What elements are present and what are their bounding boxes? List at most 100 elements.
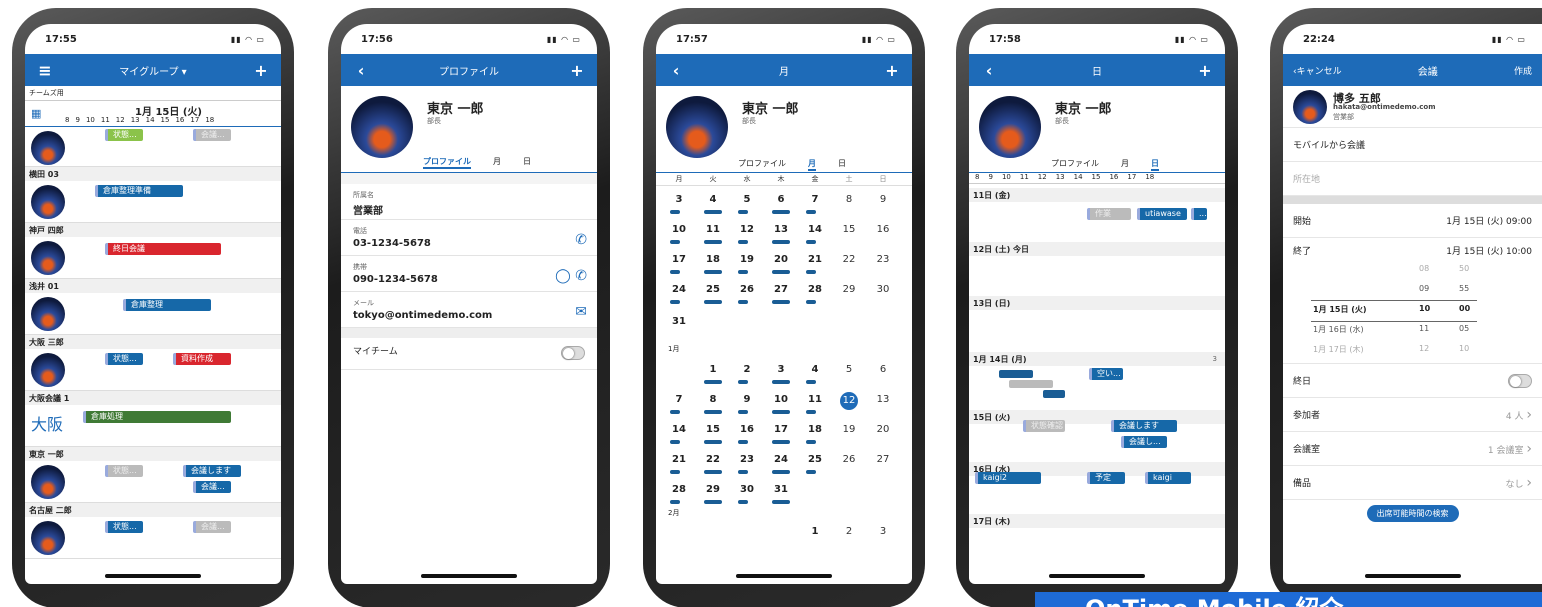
day-cell[interactable]: 27 bbox=[870, 454, 896, 465]
tab-month[interactable]: 月 bbox=[808, 158, 816, 171]
day-cell[interactable]: 14 bbox=[666, 424, 692, 435]
event-chip[interactable]: utiawase bbox=[1137, 208, 1187, 220]
day-cell[interactable]: 19 bbox=[734, 254, 760, 265]
day-cell[interactable]: 30 bbox=[870, 284, 896, 295]
member-row[interactable]: 状態... 資料作成 bbox=[25, 349, 281, 391]
day-cell[interactable]: 23 bbox=[734, 454, 760, 465]
attendees-row[interactable]: 参加者 4 人 › bbox=[1283, 398, 1542, 432]
day-cell[interactable]: 3 bbox=[666, 194, 692, 205]
day-cell[interactable]: 20 bbox=[870, 424, 896, 435]
day-cell[interactable]: 26 bbox=[734, 284, 760, 295]
day-cell[interactable]: 26 bbox=[836, 454, 862, 465]
day-cell[interactable]: 13 bbox=[768, 224, 794, 235]
add-icon[interactable]: + bbox=[1195, 61, 1215, 80]
day-cell[interactable]: 9 bbox=[734, 394, 760, 405]
event-chip[interactable]: 作業 bbox=[1087, 208, 1131, 220]
day-cell[interactable]: 8 bbox=[700, 394, 726, 405]
day-cell[interactable]: 9 bbox=[870, 194, 896, 205]
tab-month[interactable]: 月 bbox=[1121, 158, 1129, 171]
day-cell[interactable]: 17 bbox=[666, 254, 692, 265]
day-cell[interactable]: 15 bbox=[700, 424, 726, 435]
day-cell[interactable]: 5 bbox=[836, 364, 862, 375]
room-row[interactable]: 会議室 1 会議室 › bbox=[1283, 432, 1542, 466]
day-cell[interactable]: 4 bbox=[700, 194, 726, 205]
day-cell[interactable]: 1 bbox=[802, 526, 828, 537]
day-cell[interactable]: 8 bbox=[836, 194, 862, 205]
myteam-toggle[interactable] bbox=[561, 346, 585, 360]
day-cell[interactable]: 17 bbox=[768, 424, 794, 435]
picker-hour[interactable]: 08 bbox=[1419, 264, 1429, 273]
event-chip[interactable]: 会議します bbox=[183, 465, 241, 477]
picker-date[interactable]: 1月 16日 (水) bbox=[1313, 324, 1364, 335]
contact-field[interactable]: 電話 03-1234-5678 ✆ bbox=[341, 220, 597, 256]
day-cell[interactable]: 6 bbox=[768, 194, 794, 205]
day-cell[interactable]: 28 bbox=[802, 284, 828, 295]
back-icon[interactable]: ‹ bbox=[666, 61, 686, 80]
member-row[interactable]: 終日会議 bbox=[25, 237, 281, 279]
day-cell[interactable]: 14 bbox=[802, 224, 828, 235]
day-cell[interactable]: 25 bbox=[802, 454, 828, 465]
back-icon[interactable]: ‹ bbox=[351, 61, 371, 80]
tab-day[interactable]: 日 bbox=[1151, 158, 1159, 171]
event-chip[interactable]: 状態... bbox=[105, 353, 143, 365]
end-row[interactable]: 終了 1月 15日 (火) 10:00 bbox=[1283, 238, 1542, 262]
tab-day[interactable]: 日 bbox=[838, 158, 846, 171]
day-cell[interactable]: 11 bbox=[802, 394, 828, 405]
picker-hour[interactable]: 09 bbox=[1419, 284, 1429, 293]
event-chip[interactable]: ... bbox=[1191, 208, 1207, 220]
day-cell[interactable]: 6 bbox=[870, 364, 896, 375]
event-chip[interactable]: 空い... bbox=[1089, 368, 1123, 380]
day-cell[interactable]: 3 bbox=[870, 526, 896, 537]
day-cell[interactable]: 13 bbox=[870, 394, 896, 405]
contact-field[interactable]: 携帯 090-1234-5678 ◯ ✆ bbox=[341, 256, 597, 292]
day-cell[interactable]: 25 bbox=[700, 284, 726, 295]
day-cell[interactable]: 30 bbox=[734, 484, 760, 495]
event-chip[interactable]: 会議します bbox=[1111, 420, 1177, 432]
picker-hour[interactable]: 11 bbox=[1419, 324, 1429, 333]
event-chip[interactable]: kaigi2 bbox=[975, 472, 1041, 484]
contact-icon[interactable]: ✉ bbox=[575, 304, 587, 320]
day-cell[interactable]: 11 bbox=[700, 224, 726, 235]
event-chip[interactable]: 状態... bbox=[105, 129, 143, 141]
member-row[interactable]: 大阪 倉庫処理 bbox=[25, 405, 281, 447]
event-chip[interactable]: 状態... bbox=[105, 465, 143, 477]
picker-minute[interactable]: 50 bbox=[1459, 264, 1469, 273]
event-chip[interactable]: 会議... bbox=[193, 481, 231, 493]
day-cell[interactable]: 18 bbox=[802, 424, 828, 435]
day-cell[interactable]: 18 bbox=[700, 254, 726, 265]
calendar-icon[interactable]: ▦ bbox=[31, 107, 41, 120]
day-cell[interactable]: 2 bbox=[734, 364, 760, 375]
tab-profile[interactable]: プロファイル bbox=[1051, 158, 1099, 171]
day-cell[interactable]: 29 bbox=[700, 484, 726, 495]
day-cell[interactable]: 7 bbox=[666, 394, 692, 405]
day-cell[interactable]: 7 bbox=[802, 194, 828, 205]
subject-field[interactable]: モバイルから会議 bbox=[1283, 128, 1542, 162]
add-icon[interactable]: + bbox=[567, 61, 587, 80]
event-chip[interactable]: 終日会議 bbox=[105, 243, 221, 255]
event-chip[interactable]: kaigi bbox=[1145, 472, 1191, 484]
day-cell[interactable]: 23 bbox=[870, 254, 896, 265]
day-cell[interactable]: 10 bbox=[768, 394, 794, 405]
tab-profile[interactable]: プロファイル bbox=[423, 156, 471, 169]
event-chip[interactable]: 状態確認 bbox=[1023, 420, 1065, 432]
member-row[interactable]: 状態... 会議... bbox=[25, 517, 281, 559]
start-row[interactable]: 開始 1月 15日 (火) 09:00 bbox=[1283, 204, 1542, 238]
day-cell[interactable]: 28 bbox=[666, 484, 692, 495]
today-cell[interactable]: 12 bbox=[840, 392, 858, 410]
member-row[interactable]: 倉庫整理 bbox=[25, 293, 281, 335]
member-row[interactable]: 状態... 会議... bbox=[25, 127, 281, 167]
picker-date[interactable]: 1月 17日 (木) bbox=[1313, 344, 1364, 355]
day-cell[interactable]: 21 bbox=[802, 254, 828, 265]
day-cell[interactable]: 16 bbox=[734, 424, 760, 435]
picker-minute[interactable]: 10 bbox=[1459, 344, 1469, 353]
group-selector[interactable]: マイグループ ▾ bbox=[55, 63, 251, 78]
day-cell[interactable]: 27 bbox=[768, 284, 794, 295]
menu-icon[interactable]: ≡ bbox=[35, 61, 55, 80]
day-cell[interactable]: 22 bbox=[700, 454, 726, 465]
availability-search-button[interactable]: 出席可能時間の検索 bbox=[1366, 505, 1459, 522]
day-cell[interactable]: 19 bbox=[836, 424, 862, 435]
datetime-picker[interactable]: 08 50 09 55 1月 15日 (火) 10 00 1月 16日 (水) 11 05 1月 1… bbox=[1283, 262, 1542, 364]
contact-icon[interactable]: ✆ bbox=[575, 232, 587, 248]
equipment-row[interactable]: 備品 なし › bbox=[1283, 466, 1542, 500]
contact-icon[interactable]: ◯ ✆ bbox=[555, 268, 587, 284]
